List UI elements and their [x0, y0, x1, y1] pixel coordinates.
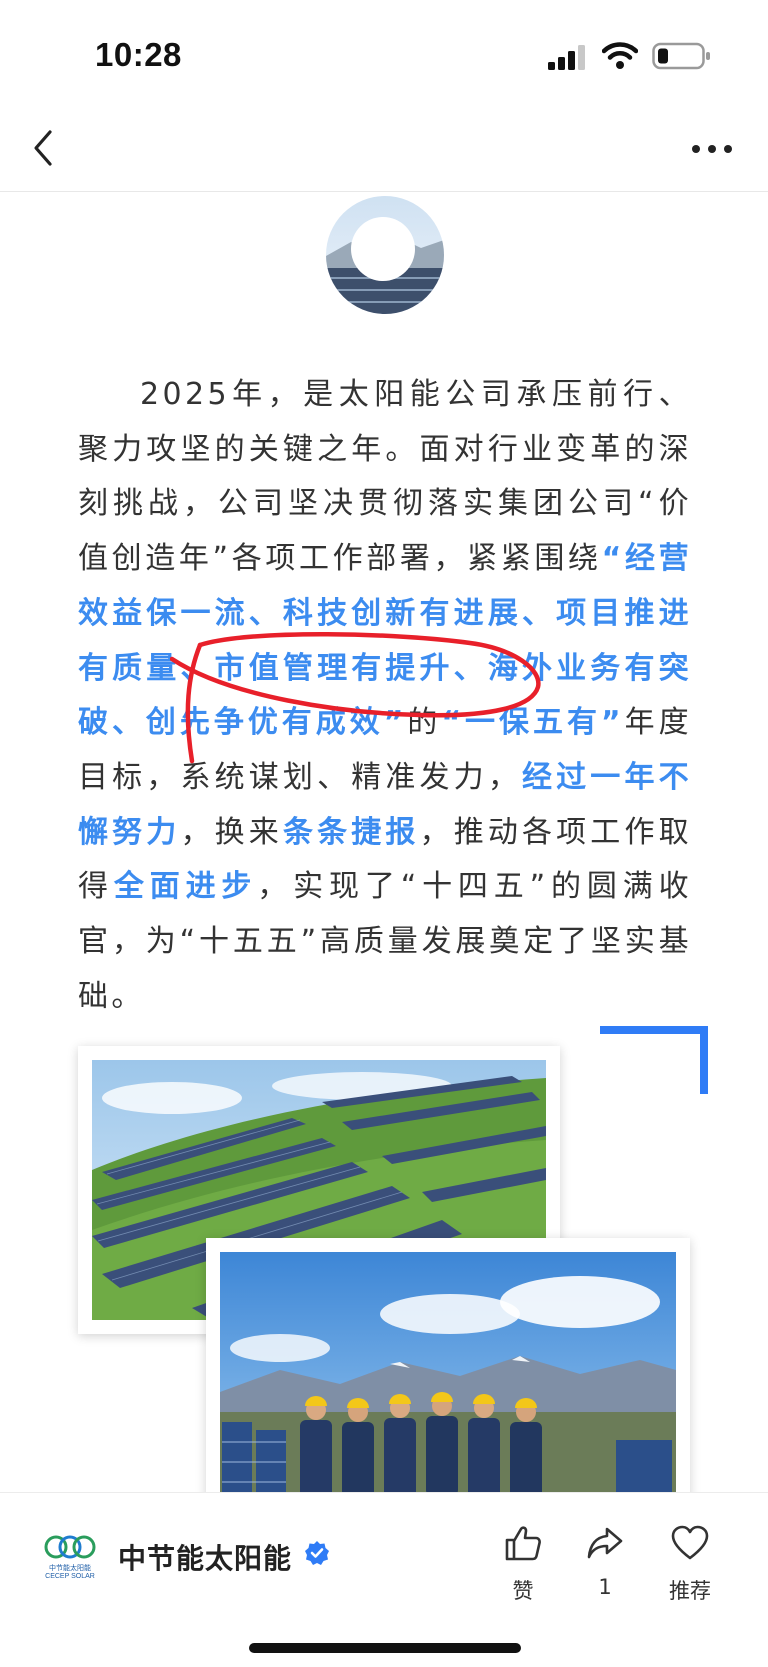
brand-logo-text: 中节能太阳能 CECEP SOLAR: [38, 1565, 102, 1581]
brand-name[interactable]: 中节能太阳能: [118, 1537, 292, 1577]
home-indicator[interactable]: [249, 1643, 521, 1653]
recommend-button[interactable]: 推荐: [655, 1523, 725, 1605]
heart-icon: [671, 1525, 709, 1560]
bottom-bar: 中节能太阳能 CECEP SOLAR 中节能太阳能 赞 1 推荐: [0, 1492, 768, 1667]
article-text: ，换来: [180, 814, 283, 850]
like-button[interactable]: 赞: [488, 1523, 558, 1605]
wifi-icon: [602, 42, 638, 69]
highlight-target: “一保五有”: [441, 705, 625, 741]
share-icon: [587, 1527, 623, 1559]
recommend-label: 推荐: [669, 1579, 711, 1603]
thumbs-up-icon: [505, 1526, 541, 1561]
brand-logo-cn: 中节能太阳能: [49, 1565, 91, 1572]
more-icon[interactable]: [690, 134, 734, 164]
account-avatar[interactable]: [326, 196, 444, 314]
photo-workers: [206, 1238, 690, 1500]
article-text: 2025年，是太阳能公司承压前行、聚力攻坚的关键之年。面对行业变革的深刻挑战，公…: [78, 377, 692, 577]
share-count: 1: [598, 1575, 612, 1599]
like-label: 赞: [512, 1579, 534, 1603]
brand-logo[interactable]: 中节能太阳能 CECEP SOLAR: [38, 1531, 102, 1583]
status-bar: 10:28: [0, 0, 768, 110]
signal-icon: [548, 45, 585, 70]
highlight-progress: 全面进步: [113, 869, 258, 905]
status-time: 10:28: [95, 36, 182, 73]
back-icon[interactable]: [30, 126, 60, 170]
article-body: 2025年，是太阳能公司承压前行、聚力攻坚的关键之年。面对行业变革的深刻挑战，公…: [78, 368, 692, 1024]
share-button[interactable]: 1: [570, 1523, 640, 1599]
brand-logo-icon: [44, 1535, 96, 1559]
verified-badge-icon: [305, 1541, 329, 1565]
battery-icon: [652, 42, 710, 70]
article-text: 的: [406, 705, 442, 741]
blue-corner-decoration: [600, 1026, 708, 1094]
highlight-news: 条条捷报: [282, 814, 420, 850]
nav-bar: [0, 110, 768, 192]
brand-logo-en: CECEP SOLAR: [45, 1573, 95, 1580]
